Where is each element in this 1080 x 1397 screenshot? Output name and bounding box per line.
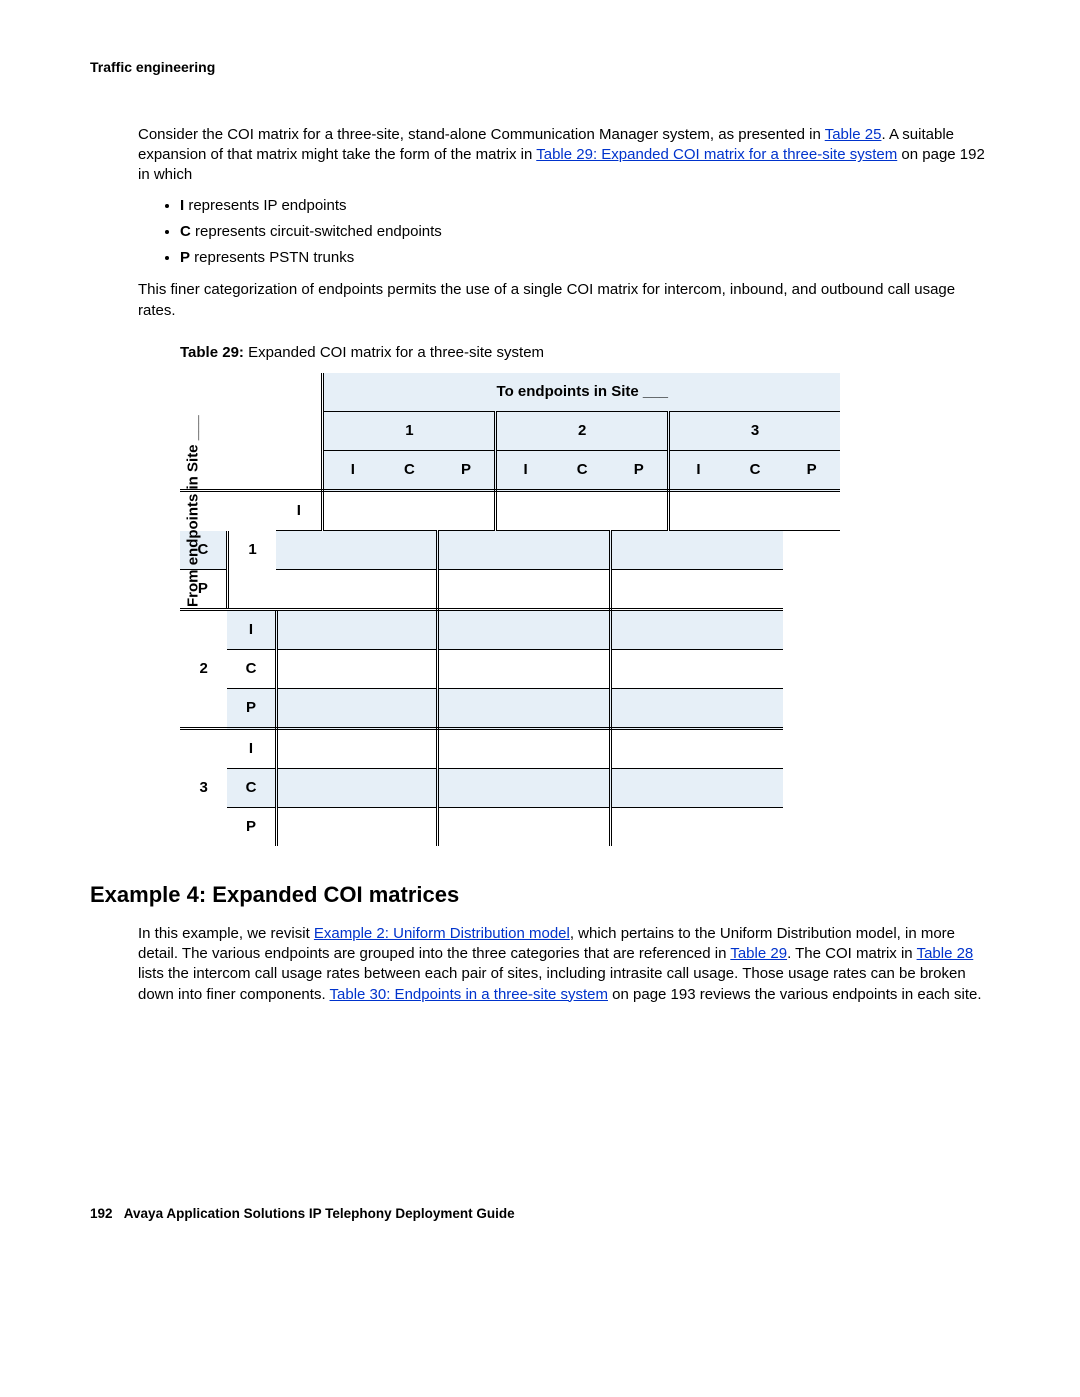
table-29-caption: Table 29: Expanded COI matrix for a thre…	[180, 343, 990, 363]
col-type: P	[611, 451, 669, 491]
col-site-2: 2	[496, 412, 669, 451]
caption-text: Expanded COI matrix for a three-site sys…	[244, 344, 544, 361]
row-site-2: 2	[180, 610, 227, 729]
link-table-29[interactable]: Table 29	[730, 945, 787, 962]
text: Consider the COI matrix for a three-site…	[138, 126, 825, 143]
legend-key: C	[180, 223, 191, 240]
legend-desc: represents circuit-switched endpoints	[191, 223, 442, 240]
col-type: I	[669, 451, 727, 491]
col-type: C	[727, 451, 784, 491]
list-item: I represents IP endpoints	[180, 196, 990, 216]
row-type: I	[227, 729, 276, 769]
row-type: C	[227, 650, 276, 689]
col-site-1: 1	[323, 412, 496, 451]
col-type: I	[323, 451, 381, 491]
coi-table-wrap: To endpoints in Site ___ 1 2 3 I C P I C…	[180, 373, 990, 846]
to-header: To endpoints in Site ___	[323, 373, 840, 412]
page-header: Traffic engineering	[90, 58, 990, 77]
row-type: P	[227, 689, 276, 729]
list-item: C represents circuit-switched endpoints	[180, 222, 990, 242]
legend-list: I represents IP endpoints C represents c…	[180, 196, 990, 269]
row-type: C	[227, 769, 276, 808]
legend-desc: represents PSTN trunks	[190, 249, 354, 266]
legend-desc: represents IP endpoints	[184, 197, 346, 214]
text: In this example, we revisit	[138, 925, 314, 942]
col-type: C	[381, 451, 438, 491]
page-footer: 192 Avaya Application Solutions IP Telep…	[90, 1205, 990, 1223]
page-number: 192	[90, 1206, 113, 1221]
col-type: I	[496, 451, 554, 491]
row-type: I	[227, 610, 276, 650]
link-table-29-long[interactable]: Table 29: Expanded COI matrix for a thre…	[536, 146, 897, 163]
caption-label: Table 29:	[180, 344, 244, 361]
summary-paragraph: This finer categorization of endpoints p…	[138, 280, 990, 321]
text: . The COI matrix in	[787, 945, 917, 962]
col-type: P	[783, 451, 840, 491]
from-header: From endpoints in Site ___	[184, 415, 204, 607]
row-type: P	[227, 808, 276, 847]
footer-title: Avaya Application Solutions IP Telephony…	[124, 1206, 515, 1221]
legend-key: P	[180, 249, 190, 266]
col-site-3: 3	[669, 412, 840, 451]
example-4-heading: Example 4: Expanded COI matrices	[90, 880, 990, 910]
text: on page 193 reviews the various endpoint…	[608, 986, 982, 1003]
link-table-30[interactable]: Table 30: Endpoints in a three-site syst…	[330, 986, 608, 1003]
link-table-28[interactable]: Table 28	[917, 945, 974, 962]
list-item: P represents PSTN trunks	[180, 248, 990, 268]
row-type: I	[276, 491, 323, 531]
row-site-3: 3	[180, 729, 227, 847]
col-type: C	[554, 451, 611, 491]
link-example-2[interactable]: Example 2: Uniform Distribution model	[314, 925, 570, 942]
link-table-25[interactable]: Table 25	[825, 126, 882, 143]
intro-paragraph: Consider the COI matrix for a three-site…	[138, 125, 990, 186]
col-type: P	[438, 451, 496, 491]
coi-matrix-table: To endpoints in Site ___ 1 2 3 I C P I C…	[180, 373, 840, 846]
example-4-paragraph: In this example, we revisit Example 2: U…	[138, 924, 990, 1005]
row-site-1: 1	[227, 491, 276, 610]
